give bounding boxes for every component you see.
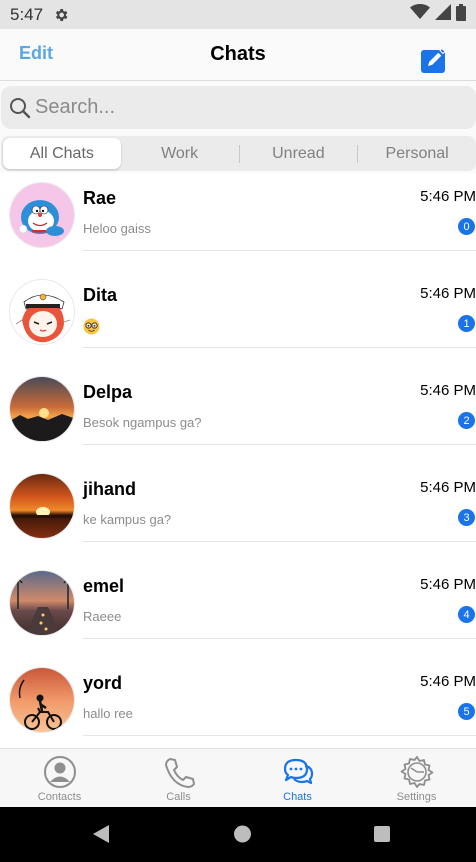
chat-bubbles-icon (281, 755, 315, 789)
tab-unread[interactable]: Unread (240, 138, 358, 169)
chat-list: Rae 5:46 PM Heloo gaiss 0 Dita 5:46 PM 1… (0, 173, 476, 748)
gear-icon (53, 7, 69, 23)
tab-settings[interactable]: Settings (357, 749, 476, 807)
signal-icon (435, 4, 451, 25)
tab-all-chats[interactable]: All Chats (3, 138, 121, 169)
unread-badge: 2 (458, 412, 475, 429)
bottom-tab-bar: Contacts Calls Chats Settings (0, 748, 476, 807)
chat-time: 5:46 PM (420, 576, 476, 593)
row-divider (83, 347, 476, 348)
phone-icon (162, 755, 196, 789)
battery-icon (456, 3, 466, 26)
tab-label: Calls (166, 791, 191, 803)
unread-badge: 3 (458, 509, 475, 526)
chat-row-dita[interactable]: Dita 5:46 PM 1 (0, 270, 476, 367)
back-icon[interactable] (92, 824, 110, 849)
search-icon (9, 97, 31, 119)
unread-badge: 0 (458, 218, 475, 235)
cyclist-silhouette-avatar (9, 667, 75, 733)
chat-row-yord[interactable]: yord 5:46 PM hallo ree 5 (0, 658, 476, 748)
row-divider (83, 444, 476, 445)
system-nav-bar (0, 807, 476, 862)
chat-preview: Heloo gaiss (83, 221, 151, 236)
tab-chats[interactable]: Chats (238, 749, 357, 807)
row-divider (83, 638, 476, 639)
chat-preview: hallo ree (83, 706, 133, 721)
tab-label: Chats (283, 791, 312, 803)
chat-name: Dita (83, 285, 118, 305)
row-divider (83, 735, 476, 736)
chat-time: 5:46 PM (420, 285, 476, 302)
row-divider (83, 541, 476, 542)
tab-work[interactable]: Work (121, 138, 239, 169)
chat-name: Delpa (83, 382, 133, 402)
search-bar (0, 81, 476, 133)
unread-badge: 5 (458, 703, 475, 720)
unread-badge: 4 (458, 606, 475, 623)
chat-time: 5:46 PM (420, 188, 476, 205)
tab-calls[interactable]: Calls (119, 749, 238, 807)
chat-row-jihand[interactable]: jihand 5:46 PM ke kampus ga? 3 (0, 464, 476, 561)
tab-label: Contacts (37, 791, 82, 803)
row-divider (83, 250, 476, 251)
chat-time: 5:46 PM (420, 382, 476, 399)
filter-tabs: All Chats Work Unread Personal (0, 133, 476, 173)
tab-personal[interactable]: Personal (358, 138, 476, 169)
chat-name: emel (83, 576, 125, 596)
chat-preview: Raeee (83, 609, 122, 624)
sunset-sea-avatar (9, 473, 75, 539)
segmented-control: All Chats Work Unread Personal (1, 136, 476, 171)
home-icon[interactable] (233, 824, 252, 849)
status-bar: 5:47 (0, 0, 476, 29)
app-header: Edit Chats (0, 29, 476, 81)
search-box[interactable] (1, 86, 476, 129)
tab-contacts[interactable]: Contacts (0, 749, 119, 807)
chat-preview: Besok ngampus ga? (83, 415, 202, 430)
chat-preview: ke kampus ga? (83, 512, 172, 527)
search-input[interactable] (35, 96, 435, 119)
doraemon-avatar (9, 182, 75, 248)
unread-badge: 1 (458, 315, 475, 332)
settings-gear-icon (400, 755, 434, 789)
status-time: 5:47 (10, 4, 44, 24)
recents-icon[interactable] (373, 824, 391, 849)
page-title: Chats (210, 43, 266, 65)
road-sunset-avatar (9, 570, 75, 636)
chat-time: 5:46 PM (420, 479, 476, 496)
chat-name: yord (83, 673, 123, 693)
contacts-icon (43, 755, 77, 789)
chat-name: jihand (83, 479, 136, 499)
chat-row-delpa[interactable]: Delpa 5:46 PM Besok ngampus ga? 2 (0, 367, 476, 464)
sunset-avatar (9, 376, 75, 442)
chat-row-rae[interactable]: Rae 5:46 PM Heloo gaiss 0 (0, 173, 476, 270)
nerd-face-emoji (83, 318, 100, 335)
chat-time: 5:46 PM (420, 673, 476, 690)
wifi-icon (410, 4, 430, 25)
anime-sailor-avatar (9, 279, 75, 345)
compose-icon[interactable] (421, 47, 448, 73)
chat-preview (83, 318, 100, 338)
chat-name: Rae (83, 188, 117, 208)
tab-label: Settings (396, 791, 437, 803)
chat-row-emel[interactable]: emel 5:46 PM Raeee 4 (0, 561, 476, 658)
